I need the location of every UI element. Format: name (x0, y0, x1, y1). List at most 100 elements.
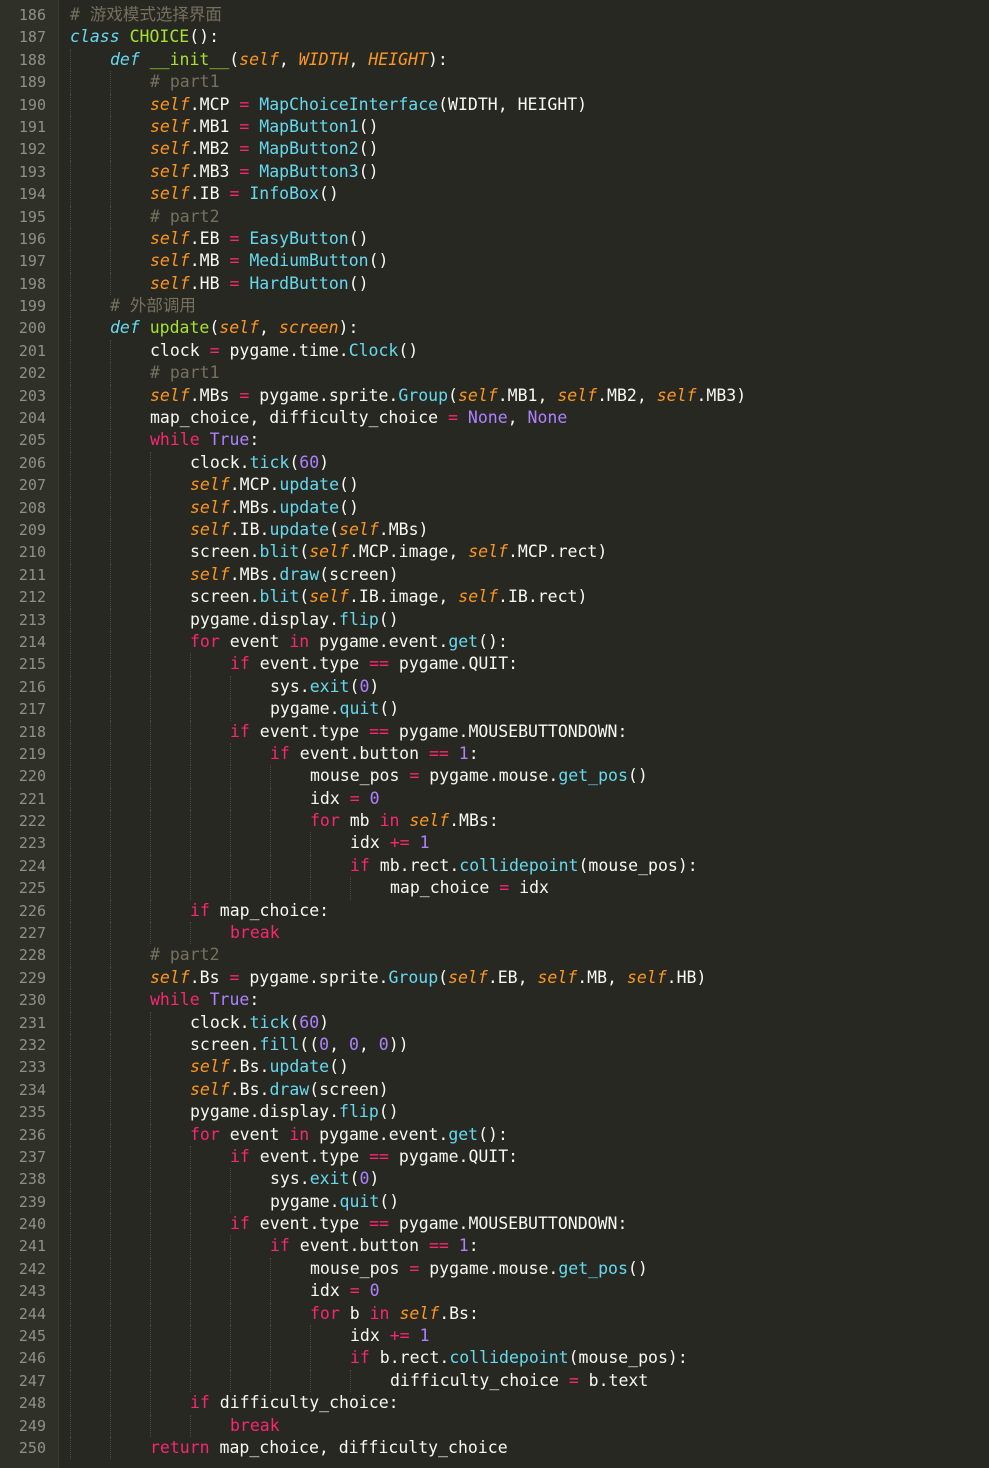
code-line[interactable]: 220 mouse_pos = pygame.mouse.get_pos() (0, 765, 989, 788)
code-line[interactable]: 224 if mb.rect.collidepoint(mouse_pos): (0, 854, 989, 878)
code-line[interactable]: 216 sys.exit(0) (0, 675, 989, 699)
indent-guide (190, 675, 191, 699)
token-pl: idx (310, 788, 350, 808)
code-line[interactable]: 244 for b in self.Bs: (0, 1302, 989, 1326)
indent-guide (190, 1414, 191, 1437)
token-self: self (150, 139, 190, 159)
code-line[interactable]: 218 if event.type == pygame.MOUSEBUTTONDO… (0, 720, 989, 743)
code-line[interactable]: 250 return map_choice, difficulty_choice (0, 1437, 989, 1460)
code-line[interactable]: 242 mouse_pos = pygame.mouse.get_pos() (0, 1257, 989, 1281)
code-line[interactable]: 195 # part2 (0, 205, 989, 228)
code-line[interactable]: 188 def __init__(self, WIDTH, HEIGHT): (0, 48, 989, 72)
token-pl: b (339, 1303, 370, 1323)
indent-guide (70, 138, 71, 161)
token-self: self (150, 385, 190, 405)
code-line[interactable]: 196 self.EB = EasyButton() (0, 227, 989, 251)
code-line[interactable]: 239 pygame.quit() (0, 1190, 989, 1214)
code-line[interactable]: 205 while True: (0, 429, 989, 452)
code-text: self.MB1 = MapButton1() (150, 116, 989, 138)
code-line[interactable]: 234 self.Bs.draw(screen) (0, 1078, 989, 1102)
code-line[interactable]: 238 sys.exit(0) (0, 1168, 989, 1191)
token-pl: b.rect. (369, 1348, 450, 1368)
code-line[interactable]: 212 screen.blit(self.IB.image, self.IB.re… (0, 586, 989, 609)
code-line[interactable]: 190 self.MCP = MapChoiceInterface(WIDTH, … (0, 93, 989, 116)
indent-guide (70, 250, 71, 273)
code-line[interactable]: 206 clock.tick(60) (0, 451, 989, 475)
code-line[interactable]: 197 self.MB = MediumButton() (0, 250, 989, 273)
code-line[interactable]: 236 for event in pygame.event.get(): (0, 1123, 989, 1146)
code-line[interactable]: 221 idx = 0 (0, 787, 989, 811)
code-line[interactable]: 202 # part1 (0, 362, 989, 385)
indent-guide (110, 205, 111, 228)
code-line[interactable]: 219 if event.button == 1: (0, 742, 989, 766)
line-number: 227 (18, 924, 46, 943)
indent-guide (110, 742, 111, 766)
code-text: clock = pygame.time.Clock() (150, 340, 989, 362)
indent-guide (70, 1101, 71, 1124)
code-line[interactable]: 226 if map_choice: (0, 899, 989, 923)
indent-guide (70, 630, 71, 654)
code-line[interactable]: 245 idx += 1 (0, 1325, 989, 1348)
code-line[interactable]: 203 self.MBs = pygame.sprite.Group(self.M… (0, 384, 989, 408)
code-line[interactable]: 246 if b.rect.collidepoint(mouse_pos): (0, 1347, 989, 1370)
code-editor[interactable]: 186 # 游戏模式选择界面 187 class CHOICE(): 188 def __… (0, 0, 989, 1468)
code-line[interactable]: 192 self.MB2 = MapButton2() (0, 138, 989, 161)
code-line[interactable]: 210 screen.blit(self.MCP.image, self.MCP.… (0, 541, 989, 564)
code-line[interactable]: 215 if event.type == pygame.QUIT: (0, 653, 989, 676)
code-area[interactable]: 186 # 游戏模式选择界面 187 class CHOICE(): 188 def __… (0, 4, 989, 1460)
indent-guide (150, 1347, 151, 1370)
code-line[interactable]: 191 self.MB1 = MapButton1() (0, 115, 989, 139)
code-line[interactable]: 227 break (0, 922, 989, 945)
code-line[interactable]: 237 if event.type == pygame.QUIT: (0, 1145, 989, 1169)
code-line[interactable]: 187 class CHOICE(): (0, 26, 989, 48)
code-line[interactable]: 248 if difficulty_choice: (0, 1392, 989, 1415)
token-pl: .Bs (189, 967, 230, 987)
indent-guide (150, 675, 151, 699)
code-line[interactable]: 208 self.MBs.update() (0, 496, 989, 519)
line-number: 198 (18, 274, 46, 293)
code-line[interactable]: 228 # part2 (0, 944, 989, 967)
code-line[interactable]: 247 difficulty_choice = b.text (0, 1369, 989, 1393)
code-line[interactable]: 198 self.HB = HardButton() (0, 272, 989, 296)
token-kw: if (270, 1236, 290, 1256)
code-line[interactable]: 217 pygame.quit() (0, 698, 989, 721)
code-line[interactable]: 222 for mb in self.MBs: (0, 810, 989, 833)
code-line[interactable]: 243 idx = 0 (0, 1280, 989, 1303)
code-line[interactable]: 229 self.Bs = pygame.sprite.Group(self.EB… (0, 966, 989, 990)
code-line[interactable]: 231 clock.tick(60) (0, 1011, 989, 1034)
code-line[interactable]: 235 pygame.display.flip() (0, 1101, 989, 1124)
code-line[interactable]: 193 self.MB3 = MapButton3() (0, 160, 989, 184)
code-line[interactable]: 249 break (0, 1414, 989, 1437)
indent-guide (270, 854, 271, 878)
code-line[interactable]: 230 while True: (0, 989, 989, 1012)
code-line[interactable]: 225 map_choice = idx (0, 877, 989, 900)
code-line[interactable]: 240 if event.type == pygame.MOUSEBUTTONDO… (0, 1213, 989, 1236)
code-text: clock.tick(60) (190, 1012, 989, 1034)
token-call: get (448, 631, 479, 651)
code-line[interactable]: 186 # 游戏模式选择界面 (0, 4, 989, 26)
code-line[interactable]: 209 self.IB.update(self.MBs) (0, 518, 989, 542)
code-line[interactable]: 213 pygame.display.flip() (0, 608, 989, 631)
code-line[interactable]: 233 self.Bs.update() (0, 1056, 989, 1079)
code-line[interactable]: 241 if event.button == 1: (0, 1235, 989, 1258)
code-line[interactable]: 200 def update(self, screen): (0, 317, 989, 340)
code-line[interactable]: 189 # part1 (0, 71, 989, 94)
indent-guide (70, 653, 71, 676)
code-text: while True: (150, 429, 989, 451)
token-call: Clock (348, 340, 399, 360)
code-line[interactable]: 204 map_choice, difficulty_choice = None,… (0, 407, 989, 430)
token-pl: () (378, 609, 399, 629)
code-text: self.EB = EasyButton() (150, 228, 989, 250)
code-line[interactable]: 214 for event in pygame.event.get(): (0, 630, 989, 654)
code-line[interactable]: 232 screen.fill((0, 0, 0)) (0, 1033, 989, 1057)
code-line[interactable]: 199 # 外部调用 (0, 295, 989, 318)
code-line[interactable]: 194 self.IB = InfoBox() (0, 183, 989, 206)
code-line[interactable]: 211 self.MBs.draw(screen) (0, 563, 989, 587)
code-line[interactable]: 207 self.MCP.update() (0, 474, 989, 497)
token-kw: while (150, 430, 200, 450)
code-line[interactable]: 201 clock = pygame.time.Clock() (0, 339, 989, 363)
code-line[interactable]: 223 idx += 1 (0, 832, 989, 855)
indent-guide (70, 71, 71, 94)
token-self: self (409, 811, 450, 831)
